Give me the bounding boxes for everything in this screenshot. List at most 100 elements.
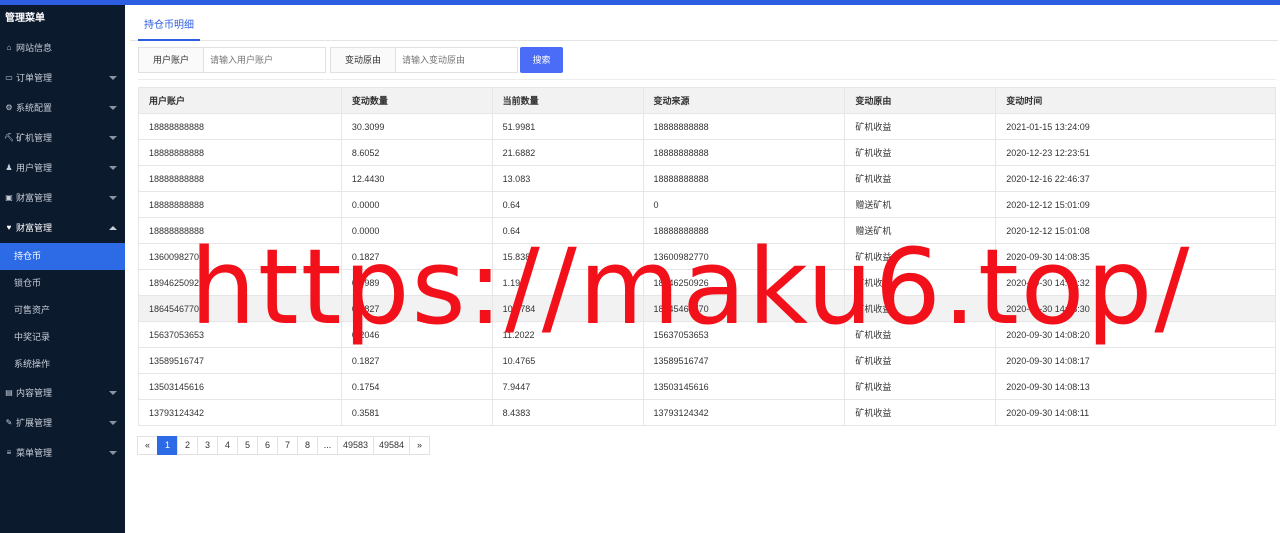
sidebar-subitem-2[interactable]: 可售资产 — [0, 297, 125, 324]
account-label: 用户账户 — [138, 47, 205, 73]
wrench-icon: ✎ — [5, 418, 13, 427]
table-row: 18888888888 12.4430 13.083 18888888888 矿机收益 2… — [138, 165, 1276, 192]
sidebar-item-after-2[interactable]: ≡ 菜单管理 — [0, 438, 125, 468]
sidebar-item-label: 财富管理 — [16, 193, 53, 203]
page-link[interactable]: 49584 — [373, 436, 411, 455]
table-cell: 0.0000 — [340, 217, 493, 244]
table-cell: 矿机收益 — [844, 373, 997, 400]
table-cell: 18888888888 — [138, 191, 342, 218]
table-cell: 0.0000 — [340, 191, 493, 218]
table-row: 18888888888 0.0000 0.64 18888888888 赠送矿机 2020… — [138, 217, 1276, 244]
page-link[interactable]: 5 — [237, 436, 258, 455]
sidebar-item-0[interactable]: ⌂ 网站信息 — [0, 33, 125, 63]
table-cell: 13793124342 — [642, 399, 846, 426]
main-content: 持仓币明细 用户账户 变动原由 搜索 用户账户变动数量当前数量变动来源变动原由变… — [125, 5, 1280, 533]
table-cell: 0.3581 — [340, 399, 493, 426]
page-link[interactable]: 3 — [197, 436, 218, 455]
page-link[interactable]: 2 — [177, 436, 198, 455]
table-cell: 8.6052 — [340, 139, 493, 166]
table-cell: 18888888888 — [138, 139, 342, 166]
table-cell: 1.194 — [491, 269, 644, 296]
sidebar-item-1[interactable]: ▭ 订单管理 — [0, 63, 125, 93]
page-link[interactable]: 8 — [297, 436, 318, 455]
users-icon: ♟ — [5, 163, 13, 172]
sidebar-item-5[interactable]: ▣ 财富管理 — [0, 183, 125, 213]
chevron-down-icon — [109, 451, 117, 455]
sidebar: 管理菜单 ⌂ 网站信息 ▭ 订单管理 ⚙ 系统配置 ⛏ 矿机管理 ♟ 用户管理 ▣ 财富管理 ♥ 财富… — [0, 5, 125, 533]
chevron-down-icon — [109, 421, 117, 425]
table-cell: 矿机收益 — [844, 321, 997, 348]
table-cell: 矿机收益 — [844, 165, 997, 192]
chevron-up-icon — [109, 226, 117, 230]
page-link[interactable]: » — [409, 436, 431, 455]
gears-icon: ⚙ — [5, 103, 13, 112]
table-cell: 2021-01-15 13:24:09 — [995, 113, 1276, 140]
sidebar-item-label: 系统配置 — [16, 103, 53, 113]
account-input[interactable] — [204, 47, 327, 73]
column-header: 变动原由 — [844, 87, 997, 114]
table-cell: 赠送矿机 — [844, 217, 997, 244]
table-cell: 2020-09-30 14:08:35 — [995, 243, 1276, 270]
table-cell: 0.64 — [491, 191, 644, 218]
table-cell: 8.4383 — [491, 399, 644, 426]
sidebar-subitem-1[interactable]: 锁仓币 — [0, 270, 125, 297]
table-cell: 2020-09-30 14:08:30 — [995, 295, 1276, 322]
table-cell: 18888888888 — [642, 217, 846, 244]
search-button[interactable]: 搜索 — [520, 47, 564, 73]
table-cell: 18888888888 — [642, 113, 846, 140]
tab-holdings-detail[interactable]: 持仓币明细 — [138, 15, 200, 41]
table-cell: 7.9447 — [491, 373, 644, 400]
menu-icon: ≡ — [6, 448, 12, 457]
table-cell: 1864546770 — [138, 295, 342, 322]
reason-input[interactable] — [396, 47, 519, 73]
table-cell: 2020-12-23 12:23:51 — [995, 139, 1276, 166]
table-cell: 18888888888 — [138, 113, 342, 140]
page-link[interactable]: « — [137, 436, 158, 455]
sidebar-title: 管理菜单 — [5, 13, 45, 24]
table-cell: 0.1827 — [340, 243, 493, 270]
sidebar-item-after-1[interactable]: ✎ 扩展管理 — [0, 408, 125, 438]
sidebar-item-4[interactable]: ♟ 用户管理 — [0, 153, 125, 183]
home-icon: ⌂ — [6, 43, 12, 52]
table-cell: 13503145616 — [138, 373, 342, 400]
page-link[interactable]: 4 — [217, 436, 238, 455]
sidebar-item-2[interactable]: ⚙ 系统配置 — [0, 93, 125, 123]
sidebar-subitem-3[interactable]: 中奖记录 — [0, 324, 125, 351]
sidebar-item-3[interactable]: ⛏ 矿机管理 — [0, 123, 125, 153]
table-cell: 18888888888 — [138, 165, 342, 192]
page-link[interactable]: 49583 — [337, 436, 375, 455]
table-row: 18888888888 30.3099 51.9981 18888888888 矿机收益… — [138, 113, 1276, 140]
table-cell: 13793124342 — [138, 399, 342, 426]
table-cell: 10.4765 — [491, 347, 644, 374]
page-link[interactable]: 6 — [257, 436, 278, 455]
sidebar-subitem-4[interactable]: 系统操作 — [0, 351, 125, 378]
table-cell: 0.2046 — [340, 321, 493, 348]
page-link[interactable]: 7 — [277, 436, 298, 455]
table-cell: 13503145616 — [642, 373, 846, 400]
column-header: 变动来源 — [642, 87, 846, 114]
table-cell: 11.2022 — [491, 321, 644, 348]
table-cell: 赠送矿机 — [844, 191, 997, 218]
page-link[interactable]: 1 — [157, 436, 178, 455]
table-cell: 13600982770 — [642, 243, 846, 270]
page-link: ... — [317, 436, 338, 455]
wallet-icon: ▣ — [5, 193, 13, 202]
sidebar-item-after-0[interactable]: ▤ 内容管理 — [0, 378, 125, 408]
sidebar-item-label: 菜单管理 — [16, 448, 53, 458]
table-cell: 18946250926 — [642, 269, 846, 296]
sidebar-subitem-0[interactable]: 持仓币 — [0, 243, 125, 270]
divider — [138, 79, 1276, 80]
table-cell: 矿机收益 — [844, 113, 997, 140]
table-cell: 1894625092 — [138, 269, 342, 296]
table-row: 1864546770 0.1827 10.3784 18645467770 矿机收益 20… — [138, 295, 1276, 322]
table-cell: 15637053653 — [138, 321, 342, 348]
chevron-down-icon — [109, 196, 117, 200]
table-cell: 12.4430 — [340, 165, 493, 192]
sidebar-item-wealth-open[interactable]: ♥ 财富管理 — [0, 213, 125, 243]
table-cell: 1360098270 — [138, 243, 342, 270]
file-icon: ▤ — [5, 388, 13, 397]
heart-icon: ♥ — [6, 223, 12, 232]
table-cell: 13589516747 — [642, 347, 846, 374]
sidebar-item-label: 财富管理 — [16, 223, 53, 233]
table-cell: 0.1827 — [340, 295, 493, 322]
